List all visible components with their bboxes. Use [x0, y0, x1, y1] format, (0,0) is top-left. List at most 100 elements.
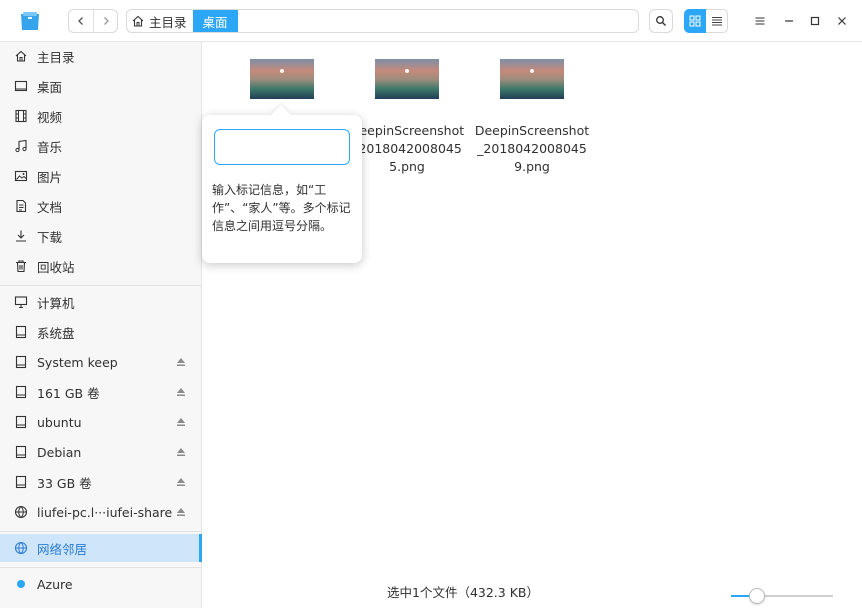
file-item[interactable] [222, 59, 342, 99]
navigation-buttons [68, 9, 118, 33]
sidebar-item-label: 主目录 [37, 49, 75, 65]
grid-view-icon [689, 15, 701, 27]
icon-view-button[interactable] [684, 9, 706, 33]
disk-icon [13, 384, 29, 400]
disk-icon [13, 474, 29, 490]
sidebar-item-music[interactable]: 音乐 [0, 132, 202, 160]
sidebar-item-debian[interactable]: Debian [0, 438, 202, 466]
sidebar-item-downloads[interactable]: 下载 [0, 222, 202, 250]
breadcrumb-item-desktop[interactable]: 桌面 [192, 10, 238, 32]
sidebar-item-video[interactable]: 视频 [0, 102, 202, 130]
tag-edit-popover: 输入标记信息，如“工作”、“家人”等。多个标记信息之间用逗号分隔。 [202, 115, 362, 263]
breadcrumb-item-home[interactable]: 主目录 [127, 10, 193, 32]
search-icon [656, 16, 666, 26]
desktop-icon [13, 78, 29, 94]
sidebar-item-label: System keep [37, 354, 118, 370]
music-icon [13, 138, 29, 154]
eject-icon[interactable] [176, 387, 186, 397]
list-view-icon [711, 17, 722, 26]
picture-icon [13, 168, 29, 184]
file-item[interactable]: DeepinScreenshot_20180420080459.png [472, 59, 592, 176]
breadcrumb-label: 主目录 [149, 14, 187, 30]
sidebar-item-label: 文档 [37, 199, 63, 215]
computer-icon [13, 294, 29, 310]
sidebar-item-system-keep[interactable]: System keep [0, 348, 202, 376]
disk-icon [13, 414, 29, 430]
zoom-slider-handle[interactable] [749, 588, 765, 604]
file-name: DeepinScreenshot_20180420080455.png [349, 123, 465, 174]
sidebar-item-label: liufei-pc.l···iufei-share [37, 504, 173, 520]
maximize-icon [810, 16, 820, 26]
forward-button[interactable] [93, 10, 117, 32]
file-manager-app-icon[interactable] [18, 9, 42, 33]
disk-icon [13, 324, 29, 340]
sidebar-item-pictures[interactable]: 图片 [0, 162, 202, 190]
sidebar-item-label: 网络邻居 [37, 541, 88, 557]
sidebar-item-label: 音乐 [37, 139, 63, 155]
sidebar-item-label: Debian [37, 444, 82, 460]
sidebar-item-label: 视频 [37, 109, 63, 125]
maximize-button[interactable] [805, 11, 825, 31]
download-icon [13, 228, 29, 244]
eject-icon[interactable] [176, 507, 186, 517]
sidebar-item-label: 计算机 [37, 295, 75, 311]
tag-hint-text: 输入标记信息，如“工作”、“家人”等。多个标记信息之间用逗号分隔。 [212, 183, 351, 233]
sidebar-divider [0, 567, 202, 568]
sidebar-item-network-share[interactable]: liufei-pc.l···iufei-share [0, 498, 202, 526]
sidebar-item-system-disk[interactable]: 系统盘 [0, 318, 202, 346]
list-view-button[interactable] [706, 9, 728, 33]
sidebar-item-network[interactable]: 网络邻居 [0, 534, 202, 562]
hamburger-menu-icon [755, 17, 765, 25]
search-button[interactable] [649, 9, 673, 33]
sidebar-divider [0, 285, 202, 286]
breadcrumb: 主目录 桌面 [126, 9, 639, 33]
network-icon [13, 540, 29, 556]
network-share-icon [13, 504, 29, 520]
sidebar-item-label: Azure [37, 576, 73, 592]
sidebar-item-161gb-volume[interactable]: 161 GB 卷 [0, 378, 202, 406]
status-text: 选中1个文件（432.3 KB） [387, 585, 539, 600]
close-icon [838, 17, 846, 25]
eject-icon[interactable] [176, 477, 186, 487]
sidebar-item-label: 161 GB 卷 [37, 385, 100, 401]
eject-icon[interactable] [176, 417, 186, 427]
sidebar-item-label: 下载 [37, 229, 63, 245]
sidebar-item-tag-azure[interactable]: Azure [0, 570, 202, 598]
sidebar-divider [0, 531, 202, 532]
image-thumbnail [250, 59, 314, 99]
back-button[interactable] [69, 10, 93, 32]
file-item[interactable]: DeepinScreenshot_20180420080455.png [347, 59, 467, 176]
image-thumbnail [500, 59, 564, 99]
minimize-button[interactable] [779, 11, 799, 31]
menu-button[interactable] [750, 11, 770, 31]
video-icon [13, 108, 29, 124]
sidebar-item-home[interactable]: 主目录 [0, 42, 202, 70]
minimize-icon [785, 20, 793, 22]
sidebar-item-desktop[interactable]: 桌面 [0, 72, 202, 100]
disk-icon [13, 444, 29, 460]
home-icon [132, 15, 144, 27]
breadcrumb-label: 桌面 [202, 14, 228, 30]
eject-icon[interactable] [176, 447, 186, 457]
sidebar-item-33gb-volume[interactable]: 33 GB 卷 [0, 468, 202, 496]
sidebar-item-label: 33 GB 卷 [37, 475, 92, 491]
file-name: DeepinScreenshot_20180420080459.png [474, 123, 590, 174]
document-icon [13, 198, 29, 214]
chevron-right-icon [103, 17, 109, 25]
tag-color-dot-icon [13, 576, 29, 592]
disk-icon [13, 354, 29, 370]
close-button[interactable] [832, 11, 852, 31]
sidebar-item-trash[interactable]: 回收站 [0, 252, 202, 280]
sidebar-item-documents[interactable]: 文档 [0, 192, 202, 220]
home-icon [13, 48, 29, 64]
tag-input[interactable] [214, 129, 350, 165]
sidebar-item-label: ubuntu [37, 414, 82, 430]
sidebar-item-label: 系统盘 [37, 325, 75, 341]
sidebar-item-computer[interactable]: 计算机 [0, 288, 202, 316]
sidebar-item-label: 回收站 [37, 259, 75, 275]
sidebar: 主目录 桌面 视频 音乐 图片 文档 下载 回收站 计算机 系统盘 System… [0, 42, 202, 608]
sidebar-item-ubuntu[interactable]: ubuntu [0, 408, 202, 436]
sidebar-item-label: 图片 [37, 169, 63, 185]
chevron-left-icon [78, 17, 83, 25]
eject-icon[interactable] [176, 357, 186, 367]
